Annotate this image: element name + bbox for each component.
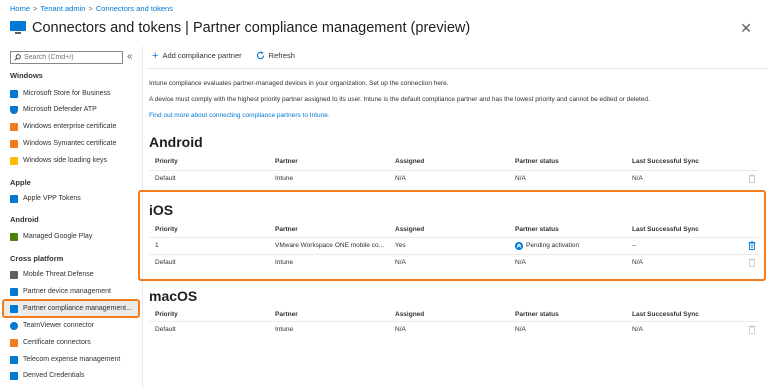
collapse-sidebar-button[interactable]: « bbox=[127, 51, 133, 62]
sidebar-item-telecom[interactable]: Telecom expense management bbox=[0, 352, 141, 367]
mobile-threat-icon bbox=[10, 270, 18, 279]
sidebar-item-vpp[interactable]: Apple VPP Tokens bbox=[0, 191, 141, 206]
sidebar-item-label: Microsoft Store for Business bbox=[23, 90, 111, 97]
monitor-icon bbox=[10, 21, 26, 35]
page-title: Connectors and tokens | Partner complian… bbox=[32, 20, 471, 36]
close-button[interactable]: ✕ bbox=[740, 20, 752, 37]
store-icon bbox=[10, 89, 18, 98]
search-icon bbox=[14, 54, 21, 61]
breadcrumb-tenant-admin[interactable]: Tenant admin bbox=[40, 4, 85, 13]
section-apple: Apple bbox=[10, 178, 31, 187]
refresh-button-label: Refresh bbox=[268, 51, 295, 60]
sidebar-item-label: Windows Symantec certificate bbox=[23, 140, 117, 147]
breadcrumb-home[interactable]: Home bbox=[10, 4, 30, 13]
cell-assigned: N/A bbox=[395, 326, 406, 333]
teamviewer-icon bbox=[10, 321, 18, 330]
cell-partner: Intune bbox=[275, 175, 294, 182]
column-partner: Partner bbox=[275, 310, 298, 318]
sidebar-item-label: TeamViewer connector bbox=[23, 322, 95, 329]
sidebar-item-label: Microsoft Defender ATP bbox=[23, 106, 97, 113]
plus-icon: + bbox=[152, 49, 159, 62]
column-assigned: Assigned bbox=[395, 157, 425, 165]
column-last-sync: Last Successful Sync bbox=[632, 157, 699, 165]
android-table-header: Priority Partner Assigned Partner status… bbox=[149, 155, 759, 167]
shield-icon bbox=[10, 105, 18, 114]
sidebar-item-label: Certificate connectors bbox=[23, 339, 91, 346]
sidebar-item-mtd[interactable]: Mobile Threat Defense bbox=[0, 267, 141, 282]
refresh-icon bbox=[256, 51, 264, 60]
sidebar-item-cert-connectors[interactable]: Certificate connectors bbox=[0, 335, 141, 350]
credentials-icon bbox=[10, 371, 18, 380]
search-box[interactable] bbox=[10, 51, 123, 64]
description-line-2: A device must comply with the highest pr… bbox=[149, 96, 650, 103]
column-priority: Priority bbox=[155, 310, 178, 318]
sidebar-item-teamviewer[interactable]: TeamViewer connector bbox=[0, 318, 141, 333]
macos-table-header: Priority Partner Assigned Partner status… bbox=[149, 308, 759, 320]
page-header: Connectors and tokens | Partner complian… bbox=[10, 17, 758, 39]
column-partner: Partner bbox=[275, 157, 298, 165]
certificate-icon bbox=[10, 139, 18, 148]
sidebar-item-windows-cert[interactable]: Windows enterprise certificate bbox=[0, 119, 141, 134]
delete-icon bbox=[747, 322, 757, 337]
add-button-label: Add compliance partner bbox=[162, 51, 242, 60]
sidebar-item-sideload[interactable]: Windows side loading keys bbox=[0, 153, 141, 168]
google-play-icon bbox=[10, 232, 18, 241]
table-row[interactable]: Default Intune N/A N/A N/A bbox=[149, 321, 759, 337]
vpp-token-icon bbox=[10, 194, 18, 203]
sidebar-item-label: Windows side loading keys bbox=[23, 157, 108, 164]
section-android: Android bbox=[10, 215, 39, 224]
sidebar-item-label: Windows enterprise certificate bbox=[23, 123, 117, 130]
add-compliance-partner-button[interactable]: + Add compliance partner bbox=[152, 49, 242, 62]
sidebar-item-defender[interactable]: Microsoft Defender ATP bbox=[0, 102, 141, 117]
cell-status: N/A bbox=[515, 175, 526, 182]
macos-title: macOS bbox=[149, 288, 198, 304]
sidebar: « Windows Microsoft Store for Business M… bbox=[0, 46, 143, 389]
selection-highlight bbox=[2, 299, 140, 318]
toolbar-divider bbox=[146, 68, 768, 69]
section-cross-platform: Cross platform bbox=[10, 254, 64, 263]
section-windows: Windows bbox=[10, 71, 43, 80]
toolbar: + Add compliance partner Refresh bbox=[152, 49, 295, 62]
telecom-icon bbox=[10, 355, 18, 364]
breadcrumb-separator: > bbox=[33, 4, 38, 13]
column-partner-status: Partner status bbox=[515, 157, 559, 165]
delete-icon bbox=[747, 171, 757, 186]
sidebar-item-store[interactable]: Microsoft Store for Business bbox=[0, 86, 141, 101]
sidebar-item-label: Derived Credentials bbox=[23, 372, 85, 379]
sidebar-item-derived[interactable]: Derived Credentials bbox=[0, 368, 141, 383]
cell-priority: Default bbox=[155, 175, 176, 182]
cell-status: N/A bbox=[515, 326, 526, 333]
sidebar-item-label: Mobile Threat Defense bbox=[23, 271, 94, 278]
cell-sync: N/A bbox=[632, 326, 643, 333]
cell-partner: Intune bbox=[275, 326, 294, 333]
refresh-button[interactable]: Refresh bbox=[256, 51, 295, 60]
breadcrumb: Home > Tenant admin > Connectors and tok… bbox=[10, 4, 173, 13]
sidebar-item-label: Managed Google Play bbox=[23, 233, 93, 240]
description-line-1: Intune compliance evaluates partner-mana… bbox=[149, 80, 449, 87]
sidebar-item-symantec[interactable]: Windows Symantec certificate bbox=[0, 136, 141, 151]
table-row[interactable]: Default Intune N/A N/A N/A bbox=[149, 170, 759, 186]
learn-more-link[interactable]: Find out more about connecting complianc… bbox=[149, 112, 330, 119]
cell-priority: Default bbox=[155, 326, 176, 333]
device-icon bbox=[10, 287, 18, 296]
breadcrumb-connectors[interactable]: Connectors and tokens bbox=[96, 4, 173, 13]
sidebar-item-label: Telecom expense management bbox=[23, 356, 121, 363]
cell-assigned: N/A bbox=[395, 175, 406, 182]
column-priority: Priority bbox=[155, 157, 178, 165]
sidebar-item-google-play[interactable]: Managed Google Play bbox=[0, 229, 141, 244]
column-assigned: Assigned bbox=[395, 310, 425, 318]
sidebar-item-label: Apple VPP Tokens bbox=[23, 195, 81, 202]
certificate-icon bbox=[10, 122, 18, 131]
certificate-icon bbox=[10, 338, 18, 347]
breadcrumb-separator: > bbox=[88, 4, 93, 13]
key-icon bbox=[10, 156, 18, 165]
android-title: Android bbox=[149, 134, 203, 150]
column-partner-status: Partner status bbox=[515, 310, 559, 318]
sidebar-item-pdm[interactable]: Partner device management bbox=[0, 284, 141, 299]
search-input[interactable] bbox=[24, 54, 119, 61]
ios-highlight-box bbox=[138, 190, 766, 281]
column-last-sync: Last Successful Sync bbox=[632, 310, 699, 318]
cell-sync: N/A bbox=[632, 175, 643, 182]
sidebar-item-label: Partner device management bbox=[23, 288, 111, 295]
